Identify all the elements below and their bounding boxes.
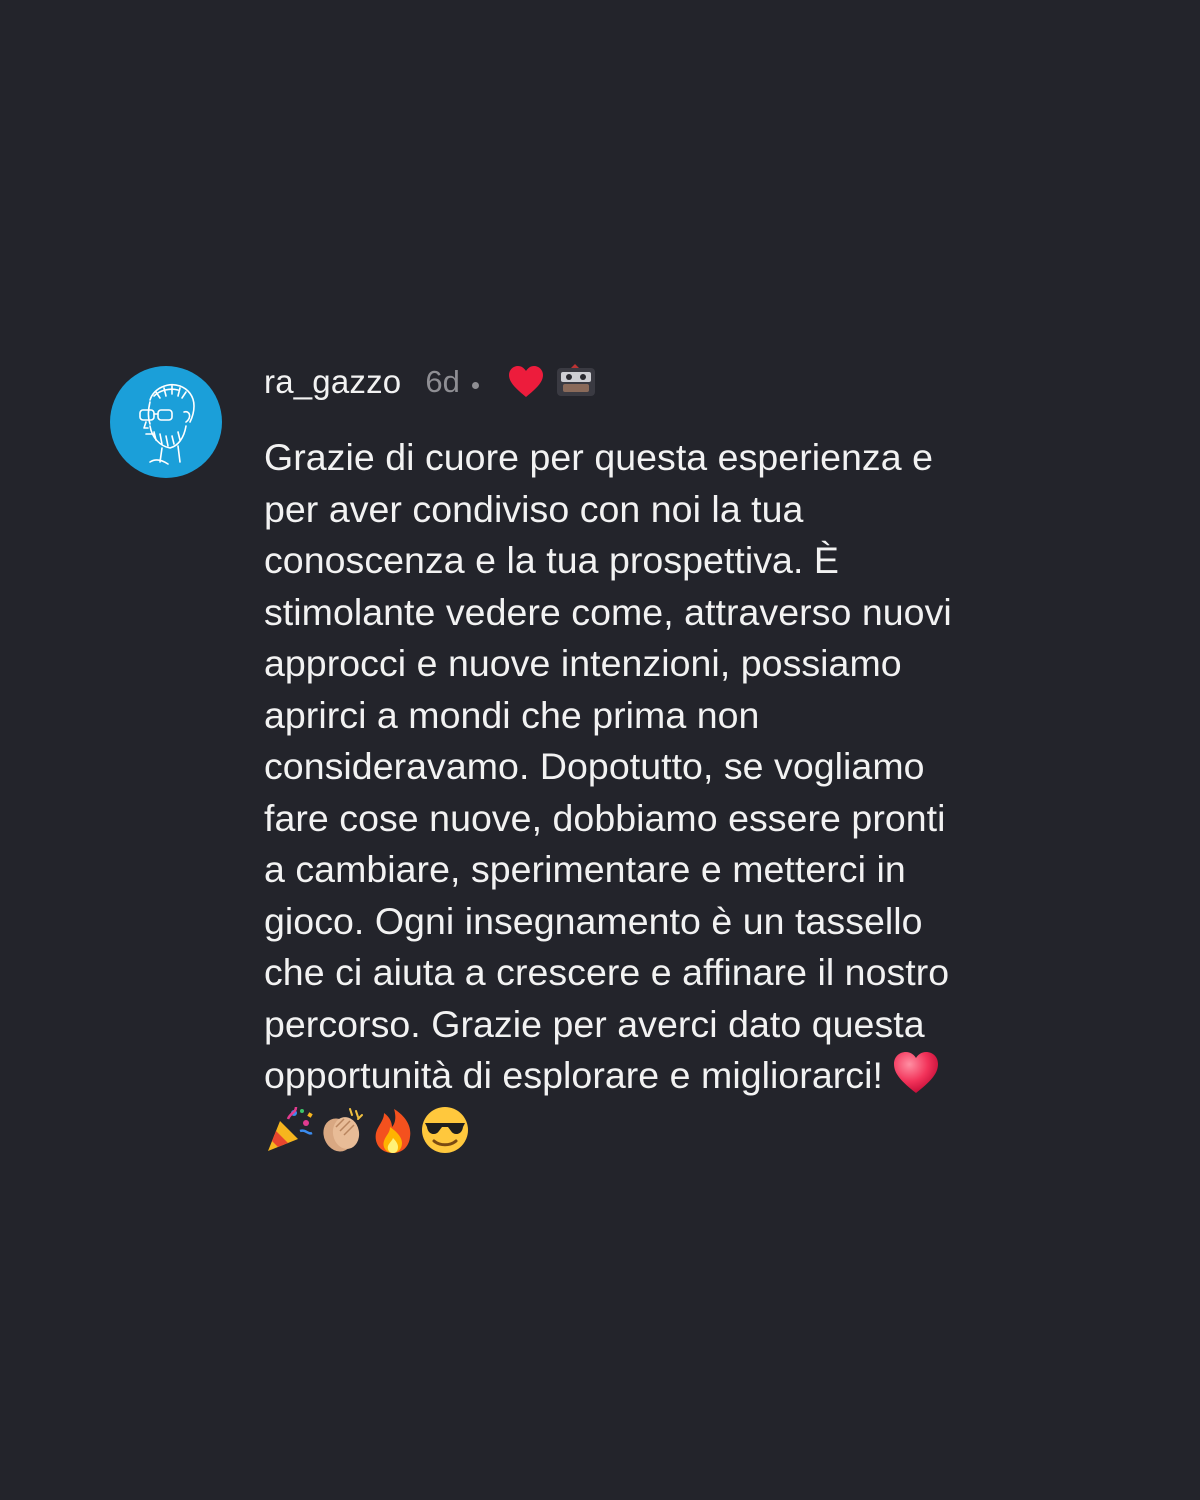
party-popper-emoji-icon <box>264 1105 314 1155</box>
separator-dot <box>471 381 479 389</box>
username-link[interactable]: ra_gazzo <box>264 363 401 401</box>
red-heart-icon <box>507 364 545 400</box>
comment-header: ra_gazzo 6d <box>264 362 1104 402</box>
comment-content: ra_gazzo 6d Grazie di cuore per questa e… <box>264 362 1104 1154</box>
heart-emoji-icon <box>891 1050 941 1096</box>
comment-text: Grazie di cuore per questa esperienza e … <box>264 432 1104 1154</box>
sunglasses-face-emoji-icon <box>420 1105 470 1155</box>
fire-emoji-icon <box>368 1105 418 1155</box>
timestamp: 6d <box>425 364 460 399</box>
author-mini-avatar-icon <box>555 364 597 400</box>
bearded-man-avatar-icon <box>139 384 195 465</box>
clapping-hands-emoji-icon <box>316 1105 366 1155</box>
emoji-row <box>264 1102 1104 1154</box>
comment-body: Grazie di cuore per questa esperienza e … <box>264 436 952 1096</box>
user-avatar[interactable] <box>110 366 222 478</box>
